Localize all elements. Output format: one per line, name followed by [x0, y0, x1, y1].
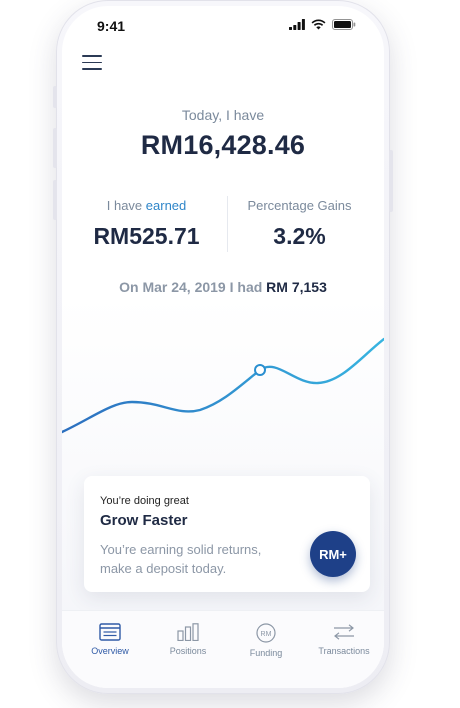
- promo-eyebrow: You’re doing great: [100, 495, 189, 507]
- history-amount: RM 7,153: [266, 279, 327, 295]
- status-time: 9:41: [97, 18, 126, 34]
- battery-icon: [332, 19, 356, 30]
- overview-icon: [99, 623, 121, 641]
- tab-overview[interactable]: Overview: [70, 623, 150, 656]
- earned-label-accent: earned: [145, 198, 187, 213]
- tab-positions-label: Positions: [169, 646, 207, 656]
- tab-funding[interactable]: RM Funding: [226, 623, 306, 658]
- balance-trend-line: [62, 337, 384, 434]
- tab-transactions[interactable]: Transactions: [304, 623, 384, 656]
- deposit-button[interactable]: RM+: [310, 531, 356, 577]
- signal-icon: [289, 19, 305, 30]
- earned-value: RM525.71: [93, 223, 200, 249]
- status-icons: [289, 19, 356, 30]
- tab-funding-label: Funding: [249, 648, 283, 658]
- earned-label: I have earned: [66, 198, 227, 213]
- hamburger-menu-icon[interactable]: [82, 55, 102, 70]
- gains-value: 3.2%: [273, 223, 326, 249]
- bottom-tab-bar: Overview Positions RM Funding Transactio…: [62, 610, 384, 688]
- promo-body: You’re earning solid returns, make a dep…: [100, 542, 262, 576]
- rm-coin-icon: RM: [256, 623, 276, 643]
- balance-caption: Today, I have: [181, 107, 265, 123]
- tab-transactions-label: Transactions: [318, 646, 370, 656]
- gains-label: Percentage Gains: [247, 198, 352, 213]
- status-bar: 9:41: [62, 6, 384, 46]
- phone-side-button: [53, 128, 57, 168]
- history-prefix: On Mar 24, 2019 I had: [119, 279, 263, 295]
- balance-line-chart[interactable]: [62, 306, 384, 486]
- bar-chart-icon: [177, 623, 199, 641]
- phone-side-button: [389, 150, 393, 212]
- total-balance: RM16,428.46: [140, 130, 306, 160]
- transfer-arrows-icon: [334, 624, 354, 640]
- wifi-icon: [311, 19, 326, 30]
- phone-side-button: [53, 180, 57, 220]
- app-screen: 9:41 Today, I have RM16,428.46 I have ea…: [62, 6, 384, 688]
- tab-overview-label: Overview: [91, 646, 129, 656]
- tab-positions[interactable]: Positions: [148, 623, 228, 656]
- earned-label-prefix: I have: [106, 198, 143, 213]
- history-line: On Mar 24, 2019 I had RM 7,153: [62, 279, 384, 295]
- selected-point-marker[interactable]: [254, 364, 266, 376]
- promo-title: Grow Faster: [100, 512, 188, 529]
- phone-side-button: [53, 86, 57, 108]
- svg-text:RM: RM: [261, 631, 272, 638]
